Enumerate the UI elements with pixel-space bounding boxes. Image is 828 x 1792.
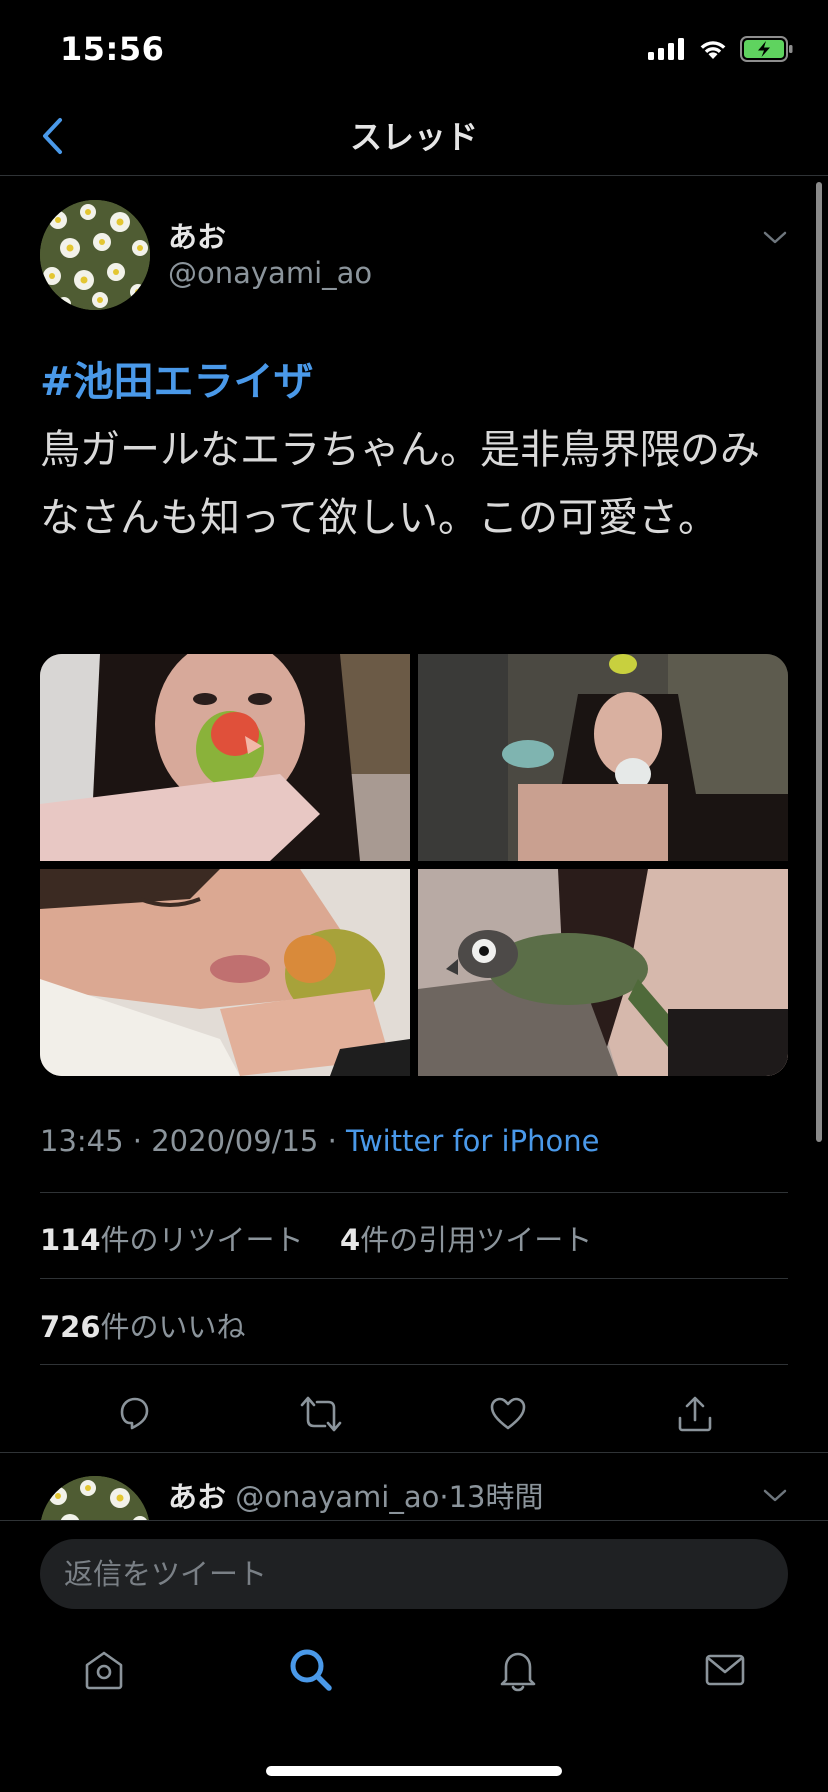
tweet-author: あお @onayami_ao	[40, 200, 790, 312]
wifi-icon	[700, 41, 726, 59]
signal-icon	[648, 38, 684, 60]
meta-separator: ·	[318, 1124, 347, 1158]
tweet-meta: 13:45 · 2020/09/15 · Twitter for iPhone	[40, 1124, 599, 1158]
like-stats[interactable]: 726件のいいね	[40, 1304, 246, 1346]
tab-bar	[0, 1620, 828, 1720]
like-icon	[490, 1397, 525, 1430]
tab-search[interactable]	[281, 1640, 341, 1700]
author-handle[interactable]: @onayami_ao	[168, 256, 372, 290]
share-icon	[678, 1396, 711, 1432]
retweet-stats: 114件のリツイート 4件の引用ツイート	[40, 1217, 592, 1259]
reply-time: 13時間	[448, 1480, 544, 1514]
tweet-photo-3[interactable]	[40, 869, 410, 1076]
battery-icon	[740, 36, 793, 62]
reply-icon	[120, 1397, 148, 1430]
meta-separator: ·	[123, 1124, 152, 1158]
page-title: スレッド	[349, 118, 478, 156]
home-icon	[85, 1651, 122, 1690]
chevron-down-icon	[763, 1489, 787, 1502]
reply-input[interactable]	[40, 1539, 788, 1609]
nav-bar: スレッド	[0, 96, 828, 176]
status-bar: 15:56	[0, 0, 828, 96]
tweet-photo-1[interactable]	[40, 654, 410, 861]
like-count: 726	[40, 1310, 101, 1344]
quote-count: 4	[340, 1223, 361, 1257]
share-button[interactable]	[671, 1390, 719, 1438]
retweet-button[interactable]	[297, 1390, 345, 1438]
search-icon	[290, 1649, 332, 1691]
divider	[40, 1364, 788, 1365]
divider	[40, 1192, 788, 1193]
retweet-count: 114	[40, 1223, 101, 1257]
reply-author-name[interactable]: あお	[168, 1480, 226, 1514]
compose-area	[0, 1520, 828, 1620]
reply-header: あお @onayami_ao·13時間	[168, 1474, 544, 1516]
tweet-date: 2020/09/15	[151, 1124, 319, 1158]
tweet-time: 13:45	[40, 1124, 124, 1158]
status-icons	[648, 36, 794, 62]
divider	[40, 1278, 788, 1279]
retweets-link[interactable]: 114件のリツイート	[40, 1223, 304, 1257]
retweet-icon	[300, 1396, 341, 1432]
author-name[interactable]: あお	[168, 214, 226, 256]
reply-menu-button[interactable]	[760, 1480, 790, 1510]
tweet-source-link[interactable]: Twitter for iPhone	[346, 1124, 599, 1158]
tweet-text: #池田エライザ 鳥ガールなエラちゃん。是非鳥界隈のみなさんも知って欲しい。この可…	[40, 348, 790, 552]
tweet-menu-button[interactable]	[760, 222, 790, 252]
avatar[interactable]	[40, 200, 150, 310]
tab-home[interactable]	[74, 1640, 134, 1700]
media-grid	[40, 654, 788, 1076]
tweet-actions	[40, 1386, 788, 1442]
tweet-photo-2[interactable]	[418, 654, 788, 861]
chevron-down-icon	[763, 231, 787, 244]
quotes-link[interactable]: 4件の引用ツイート	[340, 1223, 592, 1257]
tweet-photo-4[interactable]	[418, 869, 788, 1076]
notifications-icon	[500, 1652, 535, 1692]
retweet-label: 件のリツイート	[100, 1223, 304, 1257]
like-button[interactable]	[484, 1390, 532, 1438]
tab-notifications[interactable]	[488, 1640, 548, 1700]
like-label: 件のいいね	[100, 1310, 246, 1344]
hashtag-link[interactable]: #池田エライザ	[40, 348, 790, 416]
messages-icon	[705, 1654, 744, 1686]
reply-button[interactable]	[110, 1390, 158, 1438]
reply-dot: ·	[439, 1480, 449, 1514]
reply-tweet[interactable]: あお @onayami_ao·13時間	[40, 1470, 790, 1586]
divider	[0, 1452, 828, 1453]
status-time: 15:56	[60, 30, 165, 68]
quote-label: 件の引用ツイート	[360, 1223, 593, 1257]
reply-author-handle[interactable]: @onayami_ao	[235, 1480, 439, 1514]
tab-messages[interactable]	[695, 1640, 755, 1700]
home-indicator[interactable]	[266, 1766, 562, 1776]
tweet-text-content: 鳥ガールなエラちゃん。是非鳥界隈のみなさんも知って欲しい。この可愛さ。	[40, 427, 760, 541]
scroll-indicator[interactable]	[816, 182, 822, 1142]
